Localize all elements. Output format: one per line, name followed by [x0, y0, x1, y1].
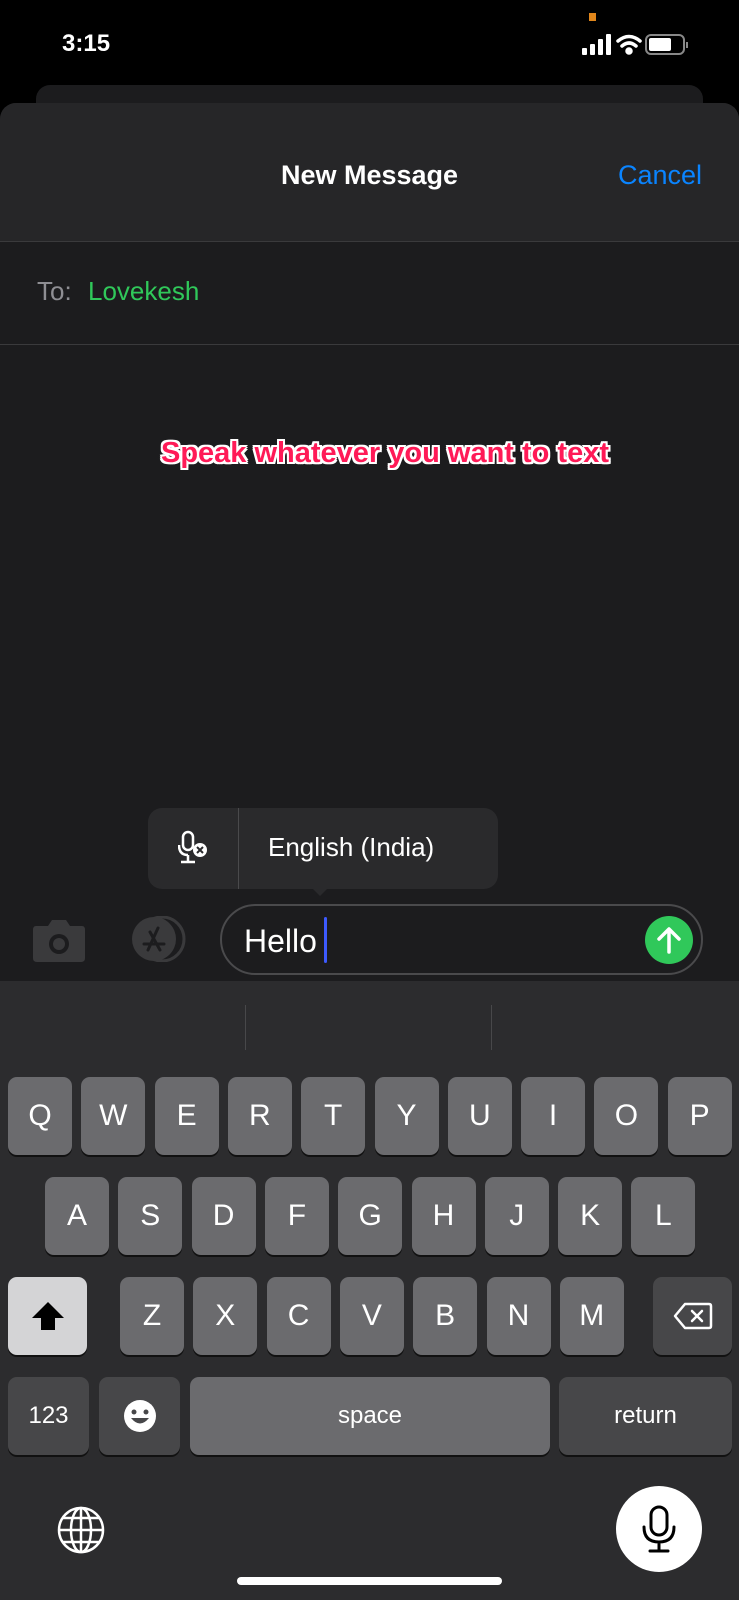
key-f[interactable]: F [264, 1177, 329, 1255]
status-time: 3:15 [62, 30, 111, 57]
cancel-button[interactable]: Cancel [618, 160, 702, 191]
status-icons [582, 34, 688, 55]
key-p[interactable]: P [667, 1077, 732, 1155]
popup-pointer [310, 886, 330, 896]
key-u[interactable]: U [447, 1077, 512, 1155]
key-n[interactable]: N [486, 1277, 551, 1355]
battery-icon [645, 34, 688, 55]
annotation-text: Speak whatever you want to text [160, 437, 609, 469]
send-button[interactable] [645, 916, 693, 964]
shift-key[interactable] [8, 1277, 87, 1355]
key-o[interactable]: O [594, 1077, 659, 1155]
numbers-key[interactable]: 123 [8, 1377, 89, 1455]
camera-icon[interactable] [32, 918, 86, 962]
key-c[interactable]: C [266, 1277, 331, 1355]
shift-icon [31, 1302, 64, 1330]
suggestion-divider [491, 1005, 492, 1050]
key-d[interactable]: D [191, 1177, 256, 1255]
key-a[interactable]: A [45, 1177, 109, 1255]
key-s[interactable]: S [118, 1177, 183, 1255]
message-text: Hello [244, 923, 317, 959]
key-z[interactable]: Z [120, 1277, 184, 1355]
suggestion-divider [245, 1005, 246, 1050]
delete-icon [673, 1302, 712, 1330]
home-indicator[interactable] [237, 1577, 502, 1585]
app-store-icon[interactable] [122, 916, 190, 962]
wifi-icon [616, 34, 642, 55]
recipient-name[interactable]: Lovekesh [88, 276, 199, 307]
key-q[interactable]: Q [8, 1077, 72, 1155]
mic-in-use-indicator [589, 13, 596, 21]
key-k[interactable]: K [558, 1177, 623, 1255]
microphone-off-icon[interactable] [178, 830, 210, 866]
dictation-language[interactable]: English (India) [268, 832, 434, 863]
arrow-up-icon [657, 927, 681, 954]
dictation-popup: English (India) [148, 808, 498, 889]
message-input[interactable]: Hello [220, 904, 703, 975]
key-b[interactable]: B [413, 1277, 478, 1355]
divider [238, 808, 239, 889]
key-l[interactable]: L [631, 1177, 696, 1255]
key-g[interactable]: G [338, 1177, 403, 1255]
emoji-key[interactable] [99, 1377, 180, 1455]
key-i[interactable]: I [521, 1077, 586, 1155]
key-e[interactable]: E [154, 1077, 219, 1155]
key-v[interactable]: V [339, 1277, 404, 1355]
key-m[interactable]: M [559, 1277, 624, 1355]
emoji-icon [123, 1400, 156, 1432]
key-j[interactable]: J [484, 1177, 549, 1255]
key-w[interactable]: W [81, 1077, 146, 1155]
dictation-mic-button[interactable] [616, 1486, 702, 1572]
to-label: To: [37, 276, 72, 306]
globe-icon[interactable] [56, 1505, 106, 1555]
delete-key[interactable] [653, 1277, 732, 1355]
key-x[interactable]: X [193, 1277, 258, 1355]
microphone-icon [642, 1505, 676, 1553]
key-t[interactable]: T [301, 1077, 366, 1155]
return-key[interactable]: return [559, 1377, 732, 1455]
text-caret [324, 917, 327, 963]
key-y[interactable]: Y [374, 1077, 439, 1155]
key-h[interactable]: H [411, 1177, 476, 1255]
space-key[interactable]: space [190, 1377, 550, 1455]
key-r[interactable]: R [227, 1077, 292, 1155]
cellular-signal-icon [582, 34, 611, 55]
